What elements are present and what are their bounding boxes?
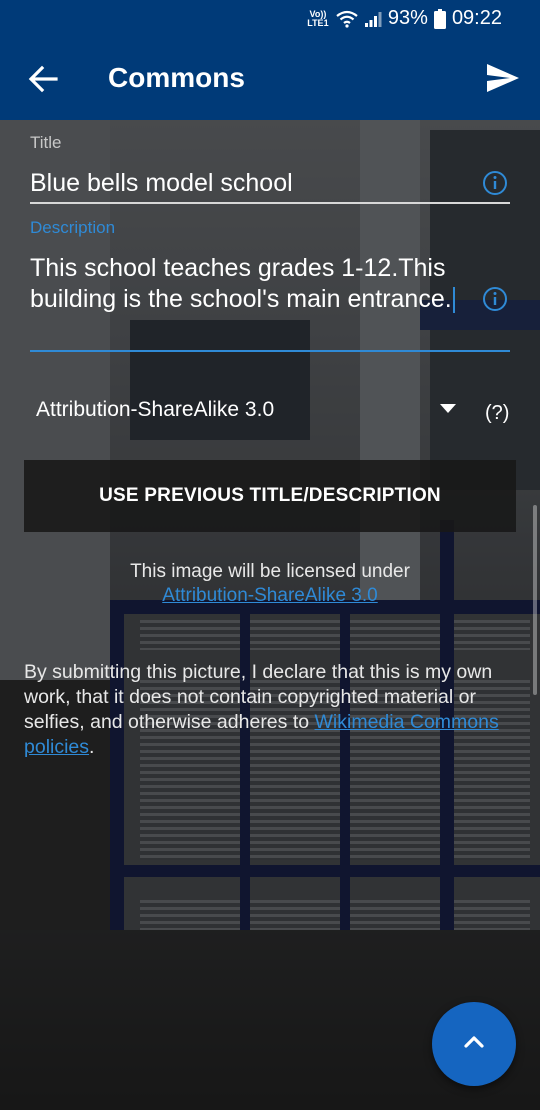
battery-icon xyxy=(433,8,446,29)
use-previous-label: USE PREVIOUS TITLE/DESCRIPTION xyxy=(99,485,441,506)
license-link[interactable]: Attribution-ShareAlike 3.0 xyxy=(162,585,377,606)
scroll-up-button[interactable] xyxy=(432,1002,516,1086)
title-label: Title xyxy=(30,133,62,152)
app-title: Commons xyxy=(108,62,245,93)
description-input[interactable]: This school teaches grades 1-12.This bui… xyxy=(30,253,480,315)
send-icon[interactable] xyxy=(486,62,520,96)
description-label: Description xyxy=(30,218,116,237)
license-notice-text: This image will be licensed under xyxy=(130,561,410,582)
declaration-suffix: . xyxy=(89,736,95,758)
description-text: This school teaches grades 1-12.This bui… xyxy=(30,254,452,313)
battery-percent: 93% xyxy=(387,7,428,29)
arrow-back-icon[interactable] xyxy=(26,62,60,96)
clock: 09:22 xyxy=(451,7,502,29)
license-select[interactable]: Attribution-ShareAlike 3.0 xyxy=(36,398,274,422)
info-icon[interactable] xyxy=(482,170,508,196)
title-input[interactable]: Blue bells model school xyxy=(30,168,293,199)
wifi-icon xyxy=(336,10,358,28)
license-help-link[interactable]: (?) xyxy=(485,402,509,425)
chevron-up-icon xyxy=(464,1036,484,1048)
signal-icon xyxy=(364,11,382,27)
network-indicator: Vo)) LTE1 xyxy=(307,8,329,28)
use-previous-button[interactable]: USE PREVIOUS TITLE/DESCRIPTION xyxy=(24,460,516,532)
description-underline xyxy=(30,350,510,352)
title-underline xyxy=(30,202,510,204)
status-bar: Vo)) LTE1 93% 09:22 xyxy=(0,0,540,38)
scrollbar[interactable] xyxy=(533,505,537,695)
app-bar: Commons xyxy=(0,38,540,120)
declaration: By submitting this picture, I declare th… xyxy=(24,660,514,760)
info-icon[interactable] xyxy=(482,286,508,312)
dropdown-arrow-icon[interactable] xyxy=(440,404,456,413)
text-cursor xyxy=(452,287,455,314)
license-notice-link-row: Attribution-ShareAlike 3.0 xyxy=(0,585,540,607)
background-photo xyxy=(0,0,540,1110)
